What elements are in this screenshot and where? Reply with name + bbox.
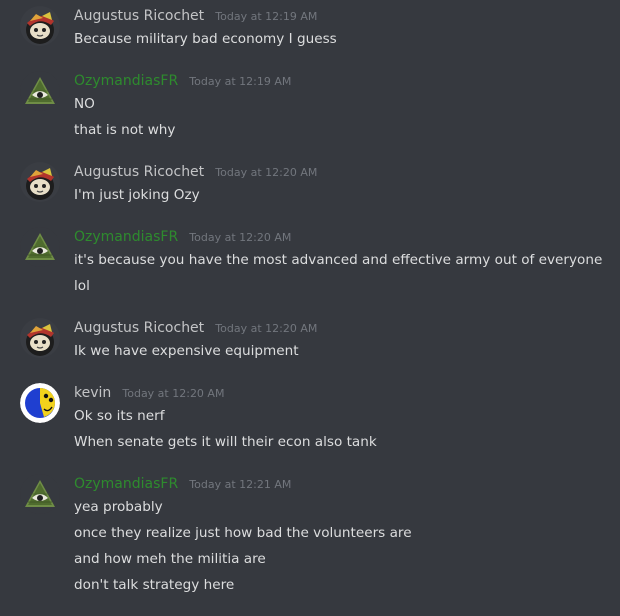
message-content: Ik we have expensive equipment bbox=[74, 338, 604, 364]
message-line: don't talk strategy here bbox=[74, 577, 235, 593]
message-header: Augustus Ricochet Today at 12:20 AM bbox=[74, 316, 317, 338]
message-line: Because military bad economy I guess bbox=[74, 31, 337, 47]
message-content: NO that is not why bbox=[74, 91, 604, 143]
message-line: I'm just joking Ozy bbox=[74, 187, 200, 203]
message-content: Ok so its nerf When senate gets it will … bbox=[74, 403, 604, 455]
username[interactable]: Augustus Ricochet bbox=[74, 320, 204, 336]
username[interactable]: OzymandiasFR bbox=[74, 229, 178, 245]
message-line: lol bbox=[74, 278, 90, 294]
blue-yellow-face-avatar-icon[interactable] bbox=[20, 383, 60, 423]
timestamp[interactable]: Today at 12:19 AM bbox=[215, 10, 317, 23]
message-line: and how meh the militia are bbox=[74, 551, 266, 567]
message-content: yea probably once they realize just how … bbox=[74, 494, 604, 598]
illuminati-eye-avatar-icon[interactable] bbox=[20, 474, 60, 514]
username[interactable]: OzymandiasFR bbox=[74, 476, 178, 492]
message-header: Augustus Ricochet Today at 12:19 AM bbox=[74, 4, 317, 26]
illuminati-eye-avatar-icon[interactable] bbox=[20, 71, 60, 111]
message-line: once they realize just how bad the volun… bbox=[74, 525, 412, 541]
timestamp[interactable]: Today at 12:20 AM bbox=[215, 322, 317, 335]
username[interactable]: Augustus Ricochet bbox=[74, 8, 204, 24]
cat-hat-avatar-icon[interactable] bbox=[20, 6, 60, 46]
message-line: it's because you have the most advanced … bbox=[74, 252, 603, 268]
timestamp[interactable]: Today at 12:19 AM bbox=[189, 75, 291, 88]
username[interactable]: kevin bbox=[74, 385, 111, 401]
username[interactable]: OzymandiasFR bbox=[74, 73, 178, 89]
message-line: Ik we have expensive equipment bbox=[74, 343, 299, 359]
message-content: I'm just joking Ozy bbox=[74, 182, 604, 208]
timestamp[interactable]: Today at 12:20 AM bbox=[215, 166, 317, 179]
timestamp[interactable]: Today at 12:21 AM bbox=[189, 478, 291, 491]
message-content: it's because you have the most advanced … bbox=[74, 247, 604, 299]
message-header: kevin Today at 12:20 AM bbox=[74, 381, 224, 403]
timestamp[interactable]: Today at 12:20 AM bbox=[122, 387, 224, 400]
message-line: that is not why bbox=[74, 122, 176, 138]
message-header: OzymandiasFR Today at 12:21 AM bbox=[74, 472, 291, 494]
cat-hat-avatar-icon[interactable] bbox=[20, 318, 60, 358]
message-content: Because military bad economy I guess bbox=[74, 26, 604, 52]
message-header: Augustus Ricochet Today at 12:20 AM bbox=[74, 160, 317, 182]
message-line: Ok so its nerf bbox=[74, 408, 165, 424]
timestamp[interactable]: Today at 12:20 AM bbox=[189, 231, 291, 244]
message-line: NO bbox=[74, 96, 95, 112]
message-line: When senate gets it will their econ also… bbox=[74, 434, 377, 450]
cat-hat-avatar-icon[interactable] bbox=[20, 162, 60, 202]
message-header: OzymandiasFR Today at 12:20 AM bbox=[74, 225, 291, 247]
illuminati-eye-avatar-icon[interactable] bbox=[20, 227, 60, 267]
chat-messages: Augustus Ricochet Today at 12:19 AM Beca… bbox=[0, 0, 620, 616]
message-line: yea probably bbox=[74, 499, 163, 515]
message-header: OzymandiasFR Today at 12:19 AM bbox=[74, 69, 291, 91]
username[interactable]: Augustus Ricochet bbox=[74, 164, 204, 180]
